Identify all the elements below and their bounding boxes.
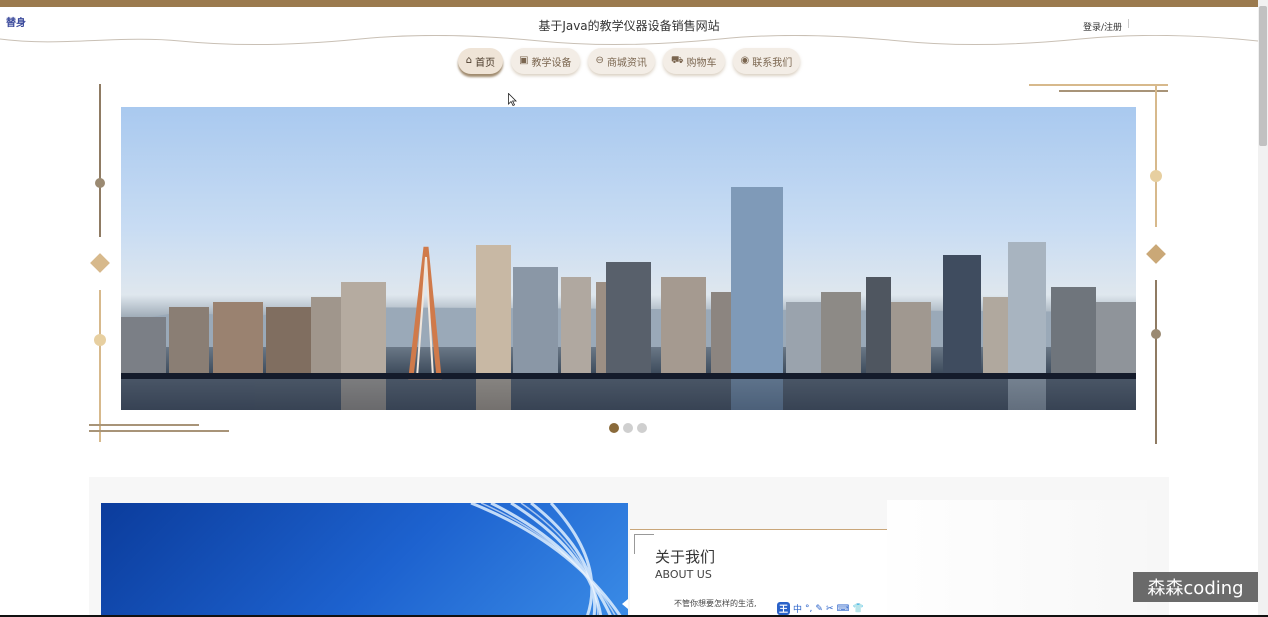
login-register-link[interactable]: 登录/注册 [1083,20,1122,33]
cart-icon: ⛟ [670,55,684,66]
ime-pen-icon[interactable]: ✎ [815,604,823,614]
nav-contact[interactable]: ◉ 联系我们 [732,48,801,74]
nav-cart[interactable]: ⛟ 购物车 [662,48,725,74]
video-watermark: 森森coding [1133,572,1258,602]
city-skyline-image [121,187,1136,410]
about-subtitle: ABOUT US [655,568,712,581]
about-image [101,503,628,617]
home-icon: ⌂ [465,55,473,66]
carousel-dot-3[interactable] [637,423,647,433]
ime-logo-icon[interactable]: 王 [777,602,791,615]
mouse-cursor-icon [508,93,517,106]
nav-news[interactable]: ⊖ 商城资讯 [587,48,655,74]
ime-punctuation-icon[interactable]: °, [805,604,812,614]
header-separator: | [1127,19,1131,29]
top-accent-strip [0,0,1268,7]
carousel-banner-image[interactable] [121,107,1136,410]
light-rays-image [470,503,623,617]
about-card-corner [634,534,654,554]
nav-home[interactable]: ⌂ 首页 [457,48,504,74]
nav-equipment[interactable]: ▣ 教学设备 [511,48,580,74]
nav-contact-label: 联系我们 [752,57,793,69]
header-wave-divider [0,35,1258,46]
nav-news-label: 商城资讯 [606,57,647,69]
about-text: 不管你想要怎样的生活, [674,599,757,608]
ime-keyboard-icon[interactable]: ⌨ [837,604,850,614]
equipment-icon: ▣ [519,55,529,66]
carousel-dot-2[interactable] [623,423,633,433]
nav-equipment-label: 教学设备 [531,57,572,69]
about-title: 关于我们 [655,548,716,566]
ime-skin-icon[interactable]: 👕 [853,604,864,614]
carousel-dot-1[interactable] [609,423,619,433]
news-icon: ⊖ [595,55,604,66]
about-card-arrow [622,599,628,609]
nav-home-label: 首页 [475,57,496,69]
ime-mode-toggle[interactable]: 中 [793,602,802,615]
page-scrollbar-thumb[interactable] [1259,6,1267,146]
site-header: 替身 基于Java的教学仪器设备销售网站 登录/注册 | [0,7,1258,46]
faded-overlay [887,500,1147,617]
site-title: 基于Java的教学仪器设备销售网站 [538,19,720,33]
main-nav: ⌂ 首页 ▣ 教学设备 ⊖ 商城资讯 ⛟ 购物车 ◉ 联系我们 [0,48,1258,74]
carousel-indicators [609,423,647,433]
ime-scissors-icon[interactable]: ✂ [826,604,834,614]
nav-cart-label: 购物车 [686,57,717,69]
contact-icon: ◉ [740,55,750,66]
